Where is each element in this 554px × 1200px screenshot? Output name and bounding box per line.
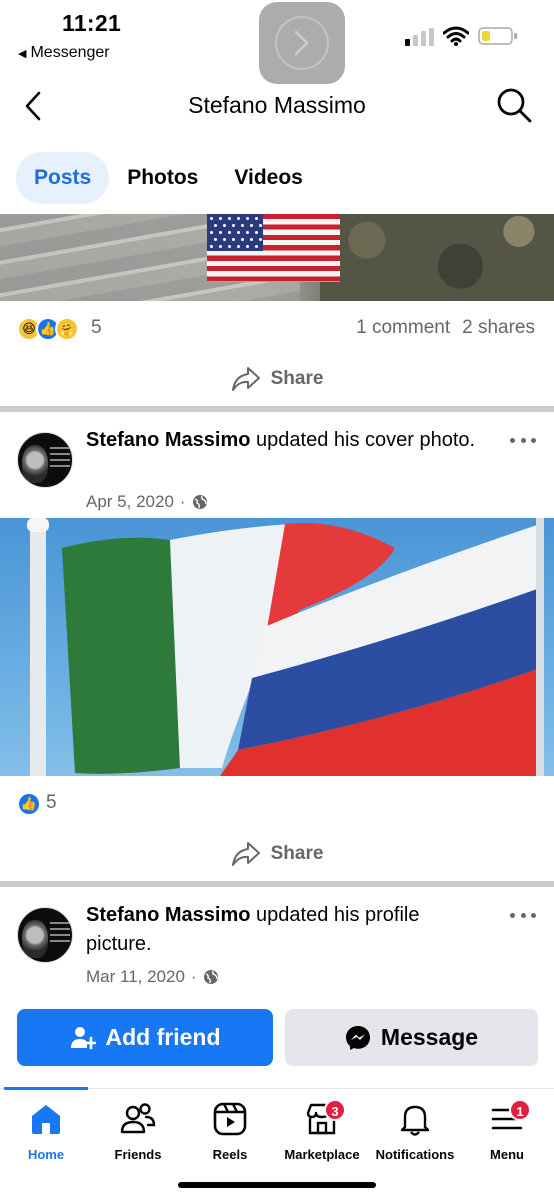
post-divider — [0, 881, 554, 887]
italy-russia-flags-image — [27, 518, 544, 776]
add-person-icon — [70, 1026, 96, 1049]
tab-reels[interactable]: Reels — [184, 1101, 276, 1162]
bell-icon — [400, 1105, 430, 1136]
care-reaction-icon: 🤗 — [55, 317, 79, 341]
post-action-text: updated his cover photo. — [250, 429, 476, 451]
status-bar: 11:21 ◀ Messenger — [0, 0, 554, 84]
author-name[interactable]: Stefano Massimo — [86, 429, 250, 451]
tab-label: Marketplace — [284, 1147, 360, 1162]
tab-marketplace[interactable]: 3 Marketplace — [276, 1099, 368, 1162]
tab-menu[interactable]: 1 Menu — [461, 1099, 553, 1162]
reels-icon — [213, 1102, 247, 1136]
share-label: Share — [270, 843, 324, 864]
tab-posts[interactable]: Posts — [16, 152, 110, 204]
more-options-icon[interactable] — [510, 913, 536, 921]
tab-home[interactable]: Home — [0, 1101, 92, 1162]
share-arrow-icon — [231, 842, 260, 866]
cover-photo-image[interactable] — [0, 518, 554, 776]
tab-label: Reels — [212, 1147, 248, 1162]
post-image-partial[interactable] — [0, 214, 554, 301]
reactions-row[interactable]: 👍 5 — [0, 776, 554, 832]
comment-share-counts: 1 comment 2 shares — [356, 317, 535, 339]
tab-label: Menu — [490, 1147, 524, 1162]
profile-tabs: Posts Photos Videos — [0, 152, 321, 204]
post-headline: Stefano Massimo updated his cover photo. — [86, 426, 476, 455]
reaction-count: 5 — [91, 317, 102, 338]
post-date-text[interactable]: Mar 11, 2020 — [86, 967, 185, 987]
like-reaction-icon: 👍 — [17, 792, 41, 816]
post-date: Mar 11, 2020 · — [86, 967, 219, 987]
active-tab-indicator — [4, 1087, 88, 1090]
wifi-icon — [443, 26, 469, 46]
tab-photos[interactable]: Photos — [109, 152, 216, 204]
back-to-app-link[interactable]: ◀ Messenger — [18, 44, 110, 62]
author-name[interactable]: Stefano Massimo — [86, 904, 250, 926]
tab-notifications[interactable]: Notifications — [369, 1101, 461, 1162]
reaction-icons: 😆 👍 🤗 — [17, 317, 79, 341]
share-button[interactable]: Share — [0, 829, 554, 879]
tab-label: Home — [27, 1147, 65, 1162]
page-title: Stefano Massimo — [188, 92, 366, 118]
comment-count-link[interactable]: 1 comment — [356, 317, 450, 338]
status-time: 11:21 — [62, 10, 122, 36]
messenger-icon — [345, 1025, 370, 1050]
message-button[interactable]: Message — [285, 1009, 538, 1066]
avatar[interactable] — [17, 432, 73, 488]
post-date-text[interactable]: Apr 5, 2020 — [86, 492, 174, 512]
search-icon[interactable] — [495, 86, 533, 124]
home-indicator — [178, 1182, 376, 1188]
tab-label: Notifications — [375, 1147, 455, 1162]
cellular-signal-icon — [405, 28, 434, 46]
globe-icon — [203, 970, 218, 984]
add-friend-button[interactable]: Add friend — [17, 1009, 273, 1066]
back-triangle-icon: ◀ — [18, 47, 27, 60]
reaction-icons: 👍 — [17, 792, 41, 816]
floating-overlay-button[interactable] — [259, 2, 345, 84]
marketplace-badge: 3 — [324, 1099, 346, 1121]
post-header: Stefano Massimo updated his profile pict… — [0, 901, 554, 993]
avatar[interactable] — [17, 907, 73, 963]
share-count-link[interactable]: 2 shares — [462, 317, 535, 338]
image-camouflage-figure — [320, 214, 554, 301]
profile-header: Stefano Massimo — [0, 80, 554, 132]
back-app-label: Messenger — [30, 44, 110, 61]
post-divider — [0, 406, 554, 412]
share-button[interactable]: Share — [0, 354, 554, 404]
tab-friends[interactable]: Friends — [92, 1101, 184, 1162]
globe-icon — [192, 495, 207, 509]
reaction-count: 5 — [46, 792, 57, 813]
message-label: Message — [380, 1024, 479, 1050]
reactions-row[interactable]: 😆 👍 🤗 5 1 comment 2 shares — [0, 301, 554, 357]
add-friend-label: Add friend — [105, 1024, 221, 1050]
home-icon — [32, 1105, 60, 1134]
share-label: Share — [270, 368, 324, 389]
tab-videos[interactable]: Videos — [216, 152, 320, 204]
post-header: Stefano Massimo updated his cover photo.… — [0, 426, 554, 518]
tab-label: Friends — [114, 1147, 162, 1162]
friends-icon — [120, 1103, 156, 1134]
share-arrow-icon — [231, 367, 260, 391]
us-flag-image — [207, 214, 340, 282]
battery-icon — [478, 27, 517, 45]
post-date: Apr 5, 2020 · — [86, 492, 208, 512]
post-headline: Stefano Massimo updated his profile pict… — [86, 901, 476, 959]
chevron-right-icon — [294, 30, 309, 56]
menu-badge: 1 — [509, 1099, 531, 1121]
more-options-icon[interactable] — [510, 438, 536, 446]
